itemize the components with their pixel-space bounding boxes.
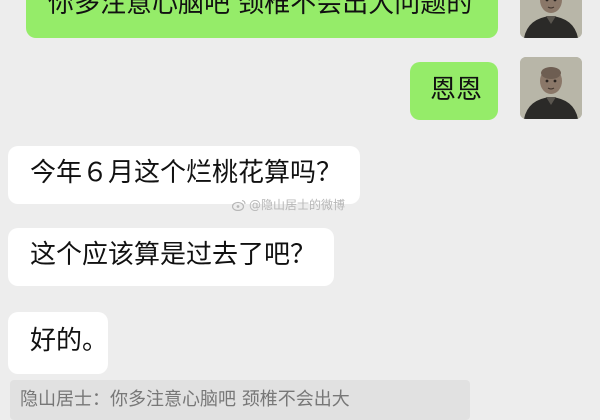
message-text: 好的。 (30, 326, 108, 356)
weibo-icon (232, 199, 246, 211)
watermark-text: @隐山居士的微博 (249, 198, 346, 212)
watermark: @隐山居士的微博 (232, 196, 345, 213)
incoming-message[interactable]: 这个应该算是过去了吧？ (8, 228, 334, 286)
outgoing-message[interactable]: 你多注意心脑吧 颈椎不会出大问题的 (26, 0, 498, 38)
message-text: 这个应该算是过去了吧？ (30, 240, 317, 270)
chat-area: 你多注意心脑吧 颈椎不会出大问题的 恩恩 今年６月这个烂桃花算吗？ @隐山居士的… (0, 0, 600, 420)
message-text: 今年６月这个烂桃花算吗？ (30, 158, 343, 188)
avatar[interactable] (520, 57, 582, 119)
avatar-icon (520, 0, 582, 38)
message-text: 恩恩 (430, 75, 483, 105)
message-text: 你多注意心脑吧 颈椎不会出大问题的 (48, 0, 473, 19)
quoted-reply[interactable]: 隐山居士：你多注意心脑吧 颈椎不会出大 (10, 380, 470, 420)
avatar[interactable] (520, 0, 582, 38)
outgoing-message[interactable]: 恩恩 (410, 62, 498, 120)
avatar-icon (520, 57, 582, 119)
incoming-message[interactable]: 好的。 (8, 312, 108, 374)
